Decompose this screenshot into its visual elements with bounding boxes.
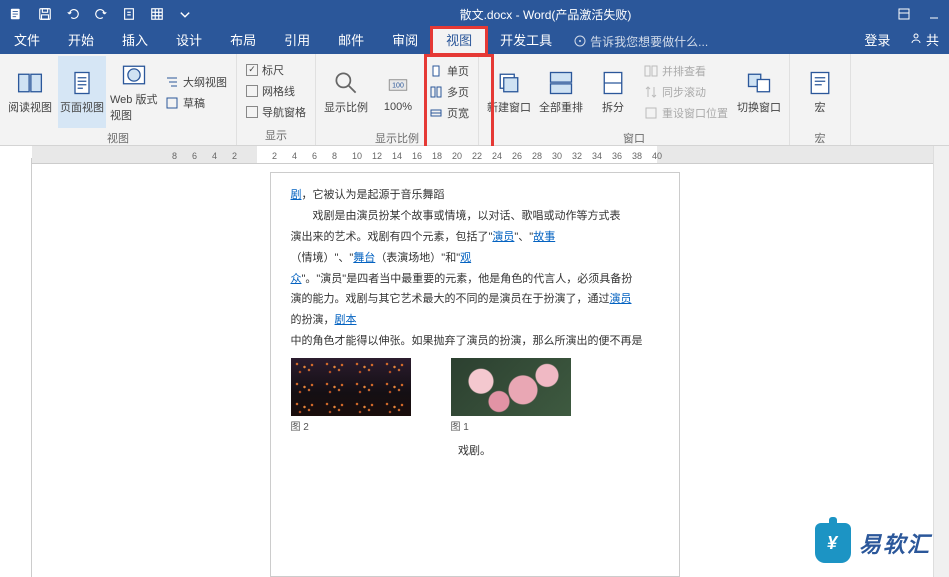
table-icon[interactable]	[146, 3, 168, 25]
tab-file[interactable]: 文件	[0, 28, 54, 54]
outline-view-button[interactable]: 大纲视图	[162, 73, 230, 91]
new-file-icon[interactable]	[118, 3, 140, 25]
horizontal-ruler[interactable]: 8642246810121416182022242628303234363840	[32, 146, 949, 164]
draft-view-button[interactable]: 草稿	[162, 94, 230, 112]
navpane-checkbox[interactable]: 导航窗格	[243, 103, 309, 121]
redo-icon[interactable]	[90, 3, 112, 25]
tab-view[interactable]: 视图	[432, 28, 486, 54]
watermark-icon	[815, 523, 851, 563]
title-bar: 散文.docx - Word(产品激活失败)	[0, 0, 949, 28]
group-macros: 宏 宏	[790, 54, 851, 145]
login-button[interactable]: 登录	[850, 28, 904, 54]
group-show-label: 显示	[243, 125, 309, 145]
caption-2: 图 1	[451, 418, 571, 437]
group-zoom-label: 显示比例	[322, 128, 472, 148]
minimize-icon[interactable]	[919, 0, 949, 28]
vertical-scrollbar[interactable]	[933, 146, 949, 577]
doc-tail: 戏剧。	[291, 441, 659, 462]
word-app-icon[interactable]	[6, 3, 28, 25]
svg-text:100: 100	[392, 83, 404, 90]
multi-page-button[interactable]: 多页	[426, 83, 472, 101]
doc-images-row: 图 2 图 1	[291, 358, 659, 437]
print-layout-button[interactable]: 页面视图	[58, 56, 106, 128]
doc-image-2[interactable]	[451, 358, 571, 416]
tab-insert[interactable]: 插入	[108, 28, 162, 54]
group-macros-label: 宏	[796, 128, 844, 148]
tab-mailings[interactable]: 邮件	[324, 28, 378, 54]
tab-developer[interactable]: 开发工具	[486, 28, 566, 54]
new-window-button[interactable]: 新建窗口	[485, 56, 533, 128]
save-icon[interactable]	[34, 3, 56, 25]
group-window-label: 窗口	[485, 128, 783, 148]
document-page[interactable]: 剧，它被认为是起源于音乐舞蹈 戏剧是由演员扮某个故事或情境，以对话、歌唱或动作等…	[270, 172, 680, 577]
doc-line-1: 剧，它被认为是起源于音乐舞蹈	[291, 185, 659, 206]
watermark-text: 易软汇	[859, 527, 931, 559]
document-area: 8642246810121416182022242628303234363840…	[0, 146, 949, 577]
group-zoom: 显示比例 100100% 单页 多页 页宽 显示比例	[316, 54, 479, 145]
tell-me-search[interactable]: 告诉我您想要做什么...	[574, 33, 708, 50]
gridlines-checkbox[interactable]: 网格线	[243, 82, 309, 100]
group-show: ✓标尺 网格线 导航窗格 显示	[237, 54, 316, 145]
group-views: 阅读视图 页面视图 Web 版式视图 大纲视图 草稿 视图	[0, 54, 237, 145]
ruler-checkbox[interactable]: ✓标尺	[243, 61, 309, 79]
tell-me-placeholder: 告诉我您想要做什么...	[590, 33, 708, 50]
doc-line-3: 演出来的艺术。戏剧有四个元素，包括了"演员"、"故事	[291, 227, 659, 248]
doc-line-6: 演的能力。戏剧与其它艺术最大的不同的是演员在于扮演了，通过演员	[291, 289, 659, 310]
arrange-all-button[interactable]: 全部重排	[537, 56, 585, 128]
zoom-button[interactable]: 显示比例	[322, 56, 370, 128]
tab-references[interactable]: 引用	[270, 28, 324, 54]
tab-layout[interactable]: 布局	[216, 28, 270, 54]
window-title: 散文.docx - Word(产品激活失败)	[202, 6, 889, 23]
tab-review[interactable]: 审阅	[378, 28, 432, 54]
tab-design[interactable]: 设计	[162, 28, 216, 54]
doc-line-7: 的扮演，剧本	[291, 310, 659, 331]
ribbon-options-icon[interactable]	[889, 0, 919, 28]
split-button[interactable]: 拆分	[589, 56, 637, 128]
web-layout-button[interactable]: Web 版式视图	[110, 56, 158, 128]
watermark-logo: 易软汇	[815, 523, 931, 563]
sync-scroll-button: 同步滚动	[641, 83, 731, 101]
doc-image-1[interactable]	[291, 358, 411, 416]
window-controls	[889, 0, 949, 28]
quick-access-toolbar	[0, 3, 202, 25]
reset-window-position-button: 重设窗口位置	[641, 104, 731, 122]
page-width-button[interactable]: 页宽	[426, 104, 472, 122]
qat-more-icon[interactable]	[174, 3, 196, 25]
group-views-label: 视图	[6, 128, 230, 148]
macros-button[interactable]: 宏	[796, 56, 844, 128]
doc-line-8: 中的角色才能得以伸张。如果抛弃了演员的扮演，那么所演出的便不再是	[291, 331, 659, 352]
one-page-button[interactable]: 单页	[426, 62, 472, 80]
switch-windows-button[interactable]: 切换窗口	[735, 56, 783, 128]
side-by-side-button: 并排查看	[641, 62, 731, 80]
vertical-ruler[interactable]	[16, 158, 32, 577]
group-window: 新建窗口 全部重排 拆分 并排查看 同步滚动 重设窗口位置 切换窗口 窗口	[479, 54, 790, 145]
undo-icon[interactable]	[62, 3, 84, 25]
caption-1: 图 2	[291, 418, 411, 437]
zoom-100-button[interactable]: 100100%	[374, 56, 422, 128]
ribbon-tabs: 文件 开始 插入 设计 布局 引用 邮件 审阅 视图 开发工具 告诉我您想要做什…	[0, 28, 949, 54]
doc-line-2: 戏剧是由演员扮某个故事或情境，以对话、歌唱或动作等方式表	[291, 206, 659, 227]
doc-line-4: （情境）"、"舞台（表演场地）"和"观	[291, 248, 659, 269]
doc-line-5: 众"。"演员"是四者当中最重要的元素，他是角色的代言人，必须具备扮	[291, 269, 659, 290]
tab-home[interactable]: 开始	[54, 28, 108, 54]
ribbon: 阅读视图 页面视图 Web 版式视图 大纲视图 草稿 视图 ✓标尺 网格线 导航…	[0, 54, 949, 146]
read-mode-button[interactable]: 阅读视图	[6, 56, 54, 128]
share-button[interactable]: 共	[904, 28, 945, 54]
